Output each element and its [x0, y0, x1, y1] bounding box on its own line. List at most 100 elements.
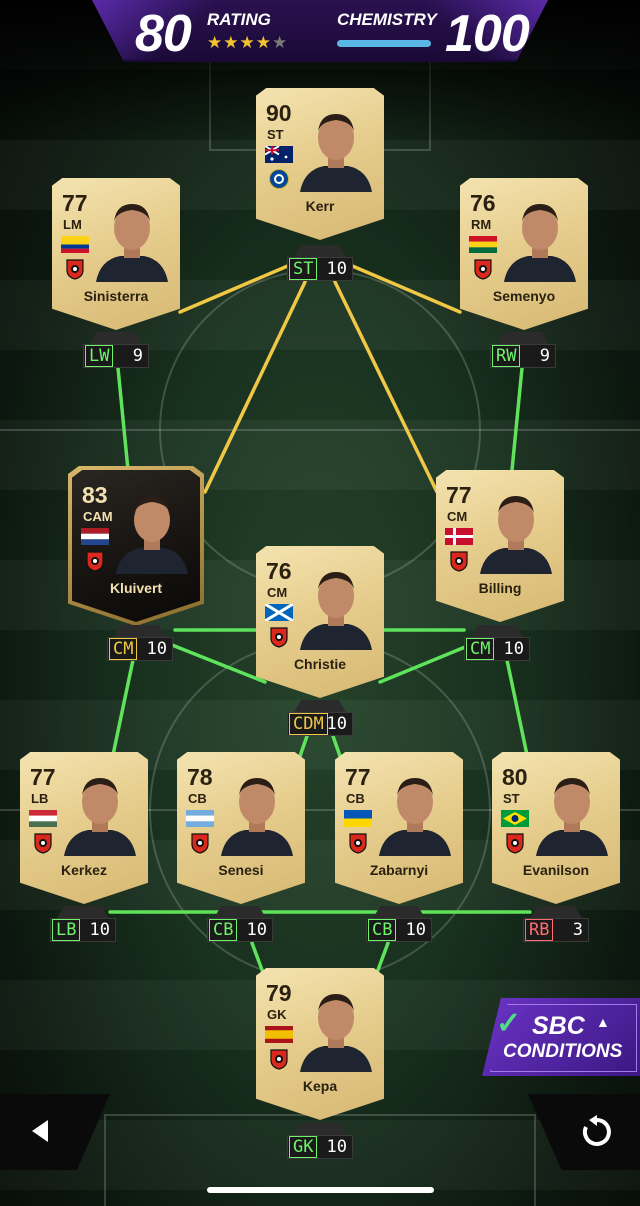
slot-position: CM [109, 638, 138, 660]
player-name: Kerr [305, 198, 335, 214]
slot-chemistry: 10 [326, 1137, 347, 1157]
bournemouth-badge-icon [191, 833, 209, 854]
player-card-cm[interactable]: 77 CM Billing [436, 470, 564, 622]
player-position: ST [267, 127, 284, 142]
slot-position: RW [492, 345, 521, 367]
player-name: Senesi [218, 862, 264, 878]
chemistry-pill-st: ST 10 [287, 245, 353, 281]
chemistry-pill-cam: CM 10 [107, 625, 173, 661]
player-name: Kepa [302, 1078, 338, 1094]
denmark-flag-icon [445, 528, 473, 545]
sbc-conditions-label: CONDITIONS [503, 1041, 623, 1062]
bournemouth-badge-icon [66, 259, 84, 280]
squad-rating-label: RATING [207, 10, 271, 29]
slot-position: CM [466, 638, 495, 660]
player-card-lm[interactable]: 77 LM Sinisterra [52, 178, 180, 330]
scotland-flag-icon [265, 604, 293, 621]
player-name: Kluivert [109, 580, 163, 596]
chemistry-pill-rm: RW 9 [490, 332, 556, 368]
chemistry-pill-cdm: CDM 10 [287, 700, 353, 736]
player-portrait [480, 496, 552, 574]
slot-position: ST [289, 258, 318, 280]
hungary-flag-icon [29, 810, 57, 827]
player-portrait [116, 496, 188, 574]
player-name: Christie [293, 656, 347, 672]
slot-position: RB [525, 919, 554, 941]
player-position: CM [267, 585, 288, 600]
player-position: CM [447, 509, 468, 524]
player-rating: 78 [187, 764, 213, 790]
player-card-cb2[interactable]: 77 CB Zabarnyi [335, 752, 463, 904]
chemistry-label: CHEMISTRY [337, 10, 437, 29]
player-card-lb[interactable]: 77 LB Kerkez [20, 752, 148, 904]
netherlands-flag-icon [81, 528, 109, 545]
player-name: Zabarnyi [369, 862, 429, 878]
ghana-flag-icon [469, 236, 497, 253]
slot-position: LB [52, 919, 81, 941]
link-rw-st [348, 263, 462, 314]
slot-chemistry: 9 [132, 346, 143, 366]
spain-flag-icon [265, 1026, 293, 1043]
player-portrait [300, 572, 372, 650]
player-portrait [221, 778, 293, 856]
chemistry-bar [337, 40, 431, 47]
player-rating: 77 [446, 482, 472, 508]
player-rating: 77 [345, 764, 371, 790]
slot-position: LW [85, 345, 114, 367]
player-card-cam[interactable]: 83 CAM Kluivert [72, 470, 200, 622]
link-st-cm [333, 280, 439, 494]
home-indicator[interactable] [207, 1187, 434, 1193]
chemistry-value: 100 [445, 5, 530, 63]
player-card-st[interactable]: 90 ST Kerr [256, 88, 384, 240]
play-back-icon [32, 1120, 48, 1142]
player-position: GK [267, 1007, 287, 1022]
refresh-icon [582, 1115, 611, 1146]
player-card-rb[interactable]: 80 ST Evanilson [492, 752, 620, 904]
player-rating: 83 [82, 482, 108, 508]
player-portrait [379, 778, 451, 856]
player-name: Sinisterra [83, 288, 149, 304]
chemistry-pill-lb: LB 10 [50, 906, 116, 942]
colombia-flag-icon [61, 236, 89, 253]
player-portrait [300, 994, 372, 1072]
bournemouth-badge-icon [506, 833, 524, 854]
bournemouth-badge-icon [86, 551, 104, 572]
player-rating: 76 [266, 558, 292, 584]
player-card-rm[interactable]: 76 RM Semenyo [460, 178, 588, 330]
player-rating: 80 [502, 764, 528, 790]
slot-chemistry: 10 [326, 714, 347, 734]
argentina-flag-icon [186, 810, 214, 827]
player-portrait [504, 204, 576, 282]
player-portrait [64, 778, 136, 856]
player-name: Kerkez [61, 862, 107, 878]
player-card-cdm[interactable]: 76 CM Christie [256, 546, 384, 698]
half-star-icon: ★ [255, 33, 272, 52]
chemistry-pill-cm: CM 10 [464, 625, 530, 661]
sbc-label: SBC [532, 1012, 585, 1040]
bournemouth-badge-icon [474, 259, 492, 280]
player-name: Semenyo [492, 288, 556, 304]
slot-chemistry: 3 [572, 920, 583, 940]
player-rating: 79 [266, 980, 292, 1006]
australia-flag-icon [265, 146, 293, 163]
link-lw-cam [116, 366, 130, 472]
squad-rating-value: 80 [135, 5, 192, 63]
brazil-flag-icon [501, 810, 529, 827]
slot-position: GK [289, 1136, 318, 1158]
checkmark-icon: ✓ [496, 1007, 522, 1040]
slot-chemistry: 9 [539, 346, 550, 366]
link-rw-cm [510, 366, 524, 472]
star-icon: ★ [239, 33, 256, 52]
player-position: CB [188, 791, 207, 806]
slot-chemistry: 10 [246, 920, 267, 940]
player-position: CAM [83, 509, 113, 524]
player-rating: 77 [30, 764, 56, 790]
slot-position: CB [209, 919, 238, 941]
player-position: RM [471, 217, 492, 232]
slot-chemistry: 10 [405, 920, 426, 940]
player-name: Evanilson [522, 862, 590, 878]
slot-chemistry: 10 [89, 920, 110, 940]
player-card-gk[interactable]: 79 GK Kepa [256, 968, 384, 1120]
player-name: Billing [478, 580, 522, 596]
player-card-cb1[interactable]: 78 CB Senesi [177, 752, 305, 904]
